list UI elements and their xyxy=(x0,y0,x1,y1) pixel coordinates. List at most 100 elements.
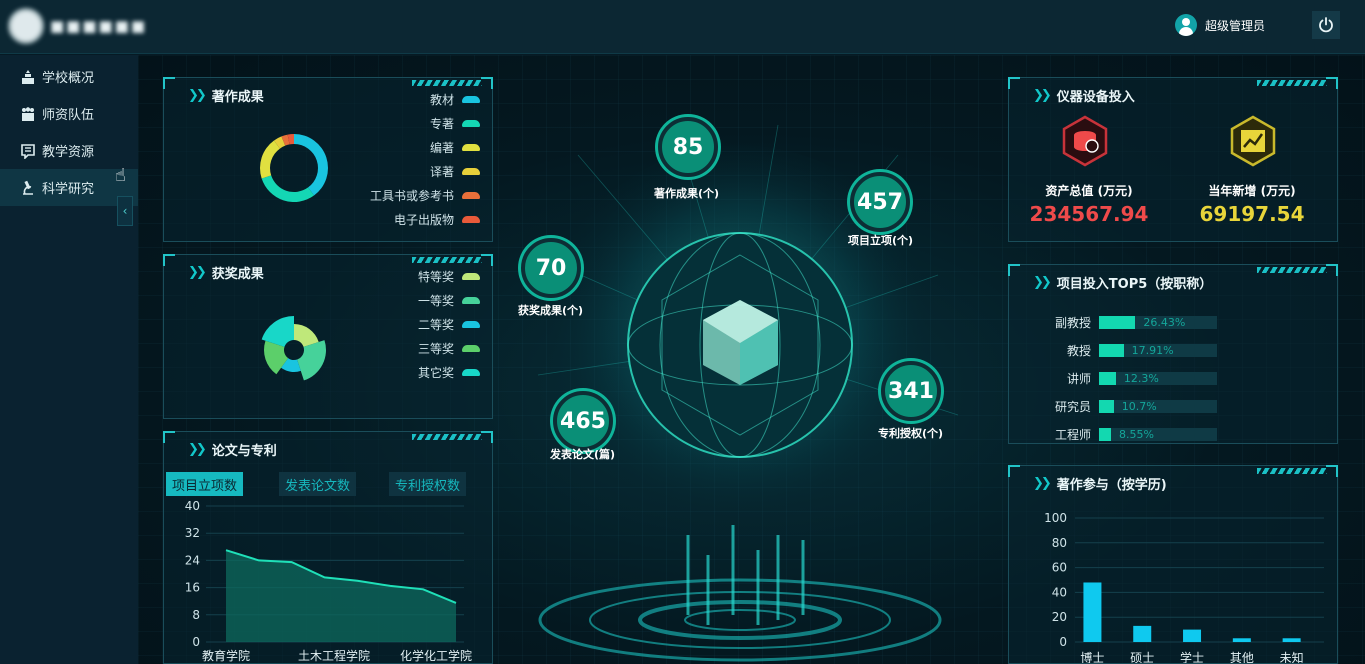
legend-label: 特等奖 xyxy=(417,269,454,284)
legend-swatch xyxy=(462,167,480,175)
double-chevron-icon: ❯❯ xyxy=(1033,476,1052,491)
sidebar-collapse-button[interactable]: ‹ xyxy=(117,196,133,226)
stat-bubble[interactable]: 341 xyxy=(881,361,941,421)
stat-bubble[interactable]: 85 xyxy=(658,117,718,177)
panel-corner xyxy=(481,431,493,443)
panel-stripe-decoration xyxy=(412,80,482,86)
stat-bubble[interactable]: 465 xyxy=(553,391,613,451)
bar-row: 工程师 8.55% xyxy=(1049,425,1217,443)
panel-corner xyxy=(163,431,175,443)
sidebar-item-label: 学校概况 xyxy=(42,71,95,86)
tab-paper-count[interactable]: 发表论文数 xyxy=(279,472,357,496)
new-assets-label: 当年新增 (万元) xyxy=(1208,184,1296,198)
legend-item[interactable]: 二等奖 xyxy=(418,315,480,333)
user-menu[interactable]: 超级管理员 xyxy=(1175,14,1265,36)
works-panel: ❯❯ 著作成果 教材 专著 编著 译著 工具书或参考书 电子出版物 xyxy=(163,77,493,242)
bar-label: 教授 xyxy=(1066,343,1091,358)
new-assets-value: 69197.54 xyxy=(1199,202,1305,226)
bar-label: 工程师 xyxy=(1054,427,1091,442)
people-icon xyxy=(22,106,34,121)
x-tick-label: 教育学院 xyxy=(202,648,250,663)
school-icon xyxy=(22,69,34,84)
panel-corner xyxy=(163,254,175,266)
book-icon xyxy=(21,143,35,159)
donut-slice xyxy=(260,140,280,179)
tab-project-count[interactable]: 项目立项数 xyxy=(166,472,244,496)
legend-item[interactable]: 译著 xyxy=(430,162,480,180)
panel-title-text: 论文与专利 xyxy=(211,444,277,459)
awards-panel: ❯❯ 获奖成果 特等奖一等奖二等奖三等奖其它奖 xyxy=(163,254,493,419)
works-legend: 教材专著编著译著工具书或参考书电子出版物 xyxy=(370,90,480,228)
x-tick-label: 博士 xyxy=(1080,650,1104,663)
donut-slice xyxy=(261,175,314,202)
legend-item[interactable]: 三等奖 xyxy=(418,339,480,357)
awards-legend: 特等奖一等奖二等奖三等奖其它奖 xyxy=(418,267,480,381)
papers-panel: ❯❯ 论文与专利 项目立项数 发表论文数 专利授权数 40 32 24 16 8 0 教育学院… xyxy=(163,431,493,664)
legend-label: 工具书或参考书 xyxy=(369,188,454,203)
participation-bar-chart: 100 80 60 40 20 0 博士 硕士 学士 其他 未知 xyxy=(1044,511,1324,663)
bar-percent-label: 12.3% xyxy=(1123,371,1159,385)
legend-swatch xyxy=(462,296,480,304)
sidebar-item-label: 科学研究 xyxy=(42,182,95,197)
projects-panel: ❯❯ 项目投入TOP5（按职称） 副教授 26.43% 教授 17.91% 讲师 12.3%… xyxy=(1008,264,1338,444)
legend-item[interactable]: 编著 xyxy=(430,138,480,156)
panel-stripe-decoration xyxy=(412,257,482,263)
dashboard-main: ❯❯ 著作成果 教材 专著 编著 译著 工具书或参考书 电子出版物 ❯❯ 获奖成果 特等奖 一等… xyxy=(138,55,1365,664)
power-icon xyxy=(1319,17,1333,33)
y-tick-label: 32 xyxy=(185,526,200,540)
stat-bubble[interactable]: 457 xyxy=(850,172,910,232)
y-tick-label: 20 xyxy=(1052,610,1067,624)
equipment-panel-title: ❯❯ 仪器设备投入 xyxy=(1033,86,1135,105)
legend-label: 一等奖 xyxy=(417,293,454,308)
double-chevron-icon: ❯❯ xyxy=(1033,88,1052,103)
tab-patent-count[interactable]: 专利授权数 xyxy=(389,472,467,496)
legend-swatch xyxy=(462,119,480,127)
papers-panel-title: ❯❯ 论文与专利 xyxy=(188,440,277,459)
double-chevron-icon: ❯❯ xyxy=(188,265,207,280)
stat-bubble-label: 著作成果(个) xyxy=(654,187,720,200)
y-tick-label: 40 xyxy=(185,499,200,513)
panel-corner xyxy=(163,77,175,89)
legend-item[interactable]: 专著 xyxy=(430,114,480,132)
y-tick-label: 8 xyxy=(192,608,200,622)
x-tick-label: 其他 xyxy=(1230,651,1254,663)
x-tick-label: 化学化工学院 xyxy=(400,648,472,663)
sidebar-item-teaching-resources[interactable]: 教学资源 xyxy=(0,132,138,169)
panel-title-text: 项目投入TOP5（按职称） xyxy=(1056,277,1213,292)
bar-track: 26.43% xyxy=(1099,315,1217,329)
legend-item[interactable]: 特等奖 xyxy=(418,267,480,285)
total-assets-value: 234567.94 xyxy=(1029,202,1149,226)
legend-label: 教材 xyxy=(429,92,454,107)
legend-item[interactable]: 教材 xyxy=(430,90,480,108)
y-tick-label: 0 xyxy=(192,635,200,649)
total-assets-label: 资产总值 (万元) xyxy=(1045,184,1133,198)
x-tick-label: 学士 xyxy=(1180,650,1204,663)
stat-bubble-label: 项目立项(个) xyxy=(848,234,914,247)
x-tick-label: 未知 xyxy=(1280,651,1304,663)
bar-fill xyxy=(1099,399,1114,413)
top-bar: ■■■■■■ 超级管理员 xyxy=(0,0,1365,54)
legend-item[interactable]: 其它奖 xyxy=(418,363,480,381)
legend-label: 三等奖 xyxy=(417,341,454,356)
panel-corner xyxy=(1008,264,1020,276)
legend-item[interactable]: 工具书或参考书 xyxy=(370,186,480,204)
sidebar-item-faculty[interactable]: 师资队伍 xyxy=(0,95,138,132)
bar xyxy=(1183,629,1202,642)
panel-corner xyxy=(1326,77,1338,89)
logout-button[interactable] xyxy=(1312,11,1340,39)
bar-row: 教授 17.91% xyxy=(1049,341,1217,359)
bar-track: 17.91% xyxy=(1099,343,1217,357)
legend-label: 电子出版物 xyxy=(393,212,454,227)
y-tick-label: 40 xyxy=(1052,585,1067,599)
bar xyxy=(1282,638,1301,642)
panel-title-text: 获奖成果 xyxy=(211,267,264,282)
chevron-left-icon: ‹ xyxy=(122,204,128,218)
y-tick-label: 80 xyxy=(1052,536,1067,550)
legend-item[interactable]: 一等奖 xyxy=(418,291,480,309)
sidebar-item-school-overview[interactable]: 学校概况 xyxy=(0,58,138,95)
bar-row: 研究员 10.7% xyxy=(1049,397,1217,415)
y-tick-label: 100 xyxy=(1044,511,1067,525)
stat-bubble[interactable]: 70 xyxy=(521,238,581,298)
legend-item[interactable]: 电子出版物 xyxy=(394,210,480,228)
user-name: 超级管理员 xyxy=(1205,18,1266,33)
